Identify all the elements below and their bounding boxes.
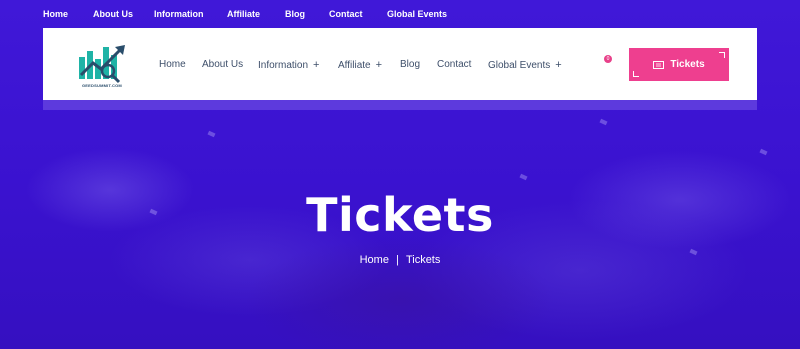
site-logo[interactable] (77, 37, 129, 89)
nav-item-label: Home (159, 59, 186, 70)
corner-decoration (633, 71, 639, 77)
nav-item-global-events[interactable]: Global Events + (488, 59, 562, 71)
breadcrumb-separator: | (396, 254, 399, 266)
nav-item-information[interactable]: Information + (258, 59, 319, 71)
topbar-link-affiliate[interactable]: Affiliate (227, 9, 260, 19)
plus-icon: + (555, 59, 562, 71)
topbar-link-contact[interactable]: Contact (329, 9, 363, 19)
nav-item-label: Contact (437, 59, 472, 70)
breadcrumb: Home | Tickets (0, 254, 800, 266)
breadcrumb-current: Tickets (405, 254, 441, 266)
nav-item-about-us[interactable]: About Us (202, 59, 243, 70)
main-header: GEEDSUMMIT.COM Home About Us Information… (43, 28, 757, 100)
plus-icon: + (375, 59, 383, 71)
nav-item-label: Information (258, 59, 309, 71)
ticket-icon (653, 60, 665, 69)
breadcrumb-home-link[interactable]: Home (360, 254, 389, 266)
topbar-link-global-events[interactable]: Global Events (387, 9, 447, 19)
page-title: Tickets (306, 188, 494, 242)
top-bar-nav: Home About Us Information Affiliate Blog… (0, 0, 800, 28)
topbar-link-about-us[interactable]: About Us (93, 9, 133, 19)
nav-item-blog[interactable]: Blog (400, 59, 420, 70)
logo-chart-icon (79, 45, 125, 84)
corner-decoration (719, 52, 725, 58)
nav-item-home[interactable]: Home (159, 59, 186, 70)
logo-text: GEEDSUMMIT.COM (82, 83, 122, 88)
nav-item-label: Global Events (488, 59, 551, 71)
nav-item-contact[interactable]: Contact (437, 59, 471, 70)
tickets-button-label: Tickets (670, 59, 705, 70)
header-shadow (43, 100, 757, 110)
nav-item-affiliate[interactable]: Affiliate + (338, 59, 382, 71)
tickets-button[interactable]: Tickets (629, 48, 729, 81)
plus-icon: + (313, 59, 320, 71)
nav-item-label: Affiliate (338, 59, 371, 71)
cart-count-badge[interactable]: 0 (604, 55, 612, 63)
nav-item-label: About Us (202, 59, 244, 70)
topbar-link-information[interactable]: Information (154, 9, 204, 19)
nav-item-label: Blog (400, 59, 421, 70)
topbar-link-home[interactable]: Home (43, 9, 68, 19)
topbar-link-blog[interactable]: Blog (285, 9, 305, 19)
